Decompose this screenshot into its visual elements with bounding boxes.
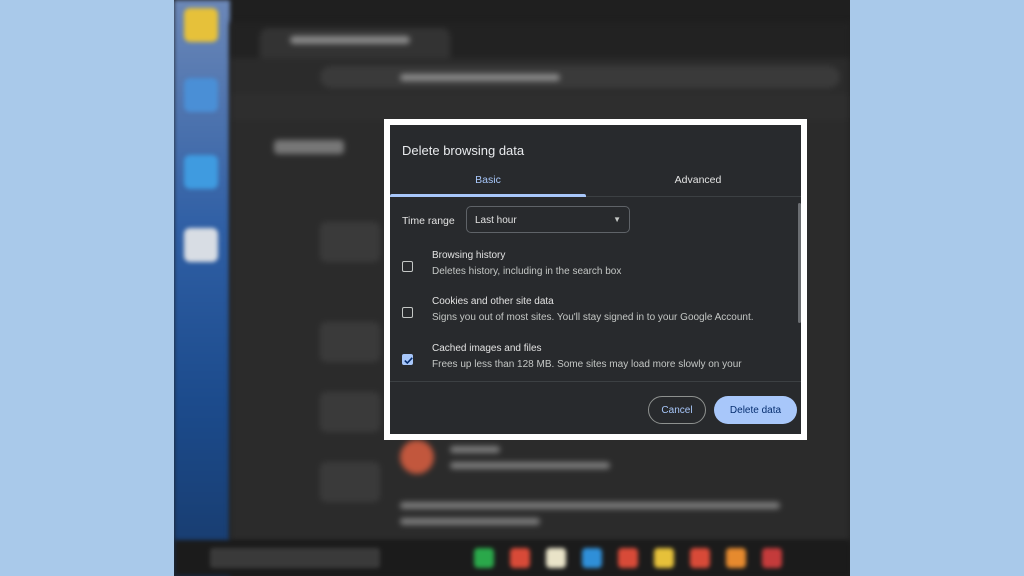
option-description: Deletes history, including in the search… [432,266,622,277]
option-title: Cookies and other site data [432,296,554,307]
taskbar [174,540,850,576]
caret-down-icon: ▼ [613,215,621,224]
desktop-icon [184,78,218,112]
taskbar-icon [726,548,746,568]
option-cookies: Cookies and other site data Signs you ou… [390,295,801,341]
desktop-icon [184,155,218,189]
taskbar-search [210,548,380,568]
desktop-icon [184,8,218,42]
dialog-title: Delete browsing data [402,143,525,158]
taskbar-icon [618,548,638,568]
option-description: Frees up less than 128 MB. Some sites ma… [432,359,742,370]
time-range-value: Last hour [475,215,517,226]
time-range-label: Time range [402,215,455,227]
tab-basic[interactable]: Basic [390,165,586,197]
dialog-footer: Cancel Delete data [390,381,801,434]
browsing-history-checkbox[interactable] [402,261,413,272]
delete-browsing-data-dialog: Delete browsing data Basic Advanced Time… [390,125,801,434]
taskbar-icon [690,548,710,568]
taskbar-icon [546,548,566,568]
taskbar-icon [474,548,494,568]
time-range-select[interactable]: Last hour ▼ [466,206,630,233]
option-title: Cached images and files [432,343,542,354]
scrollbar-thumb[interactable] [798,203,801,323]
option-description: Signs you out of most sites. You'll stay… [432,312,754,323]
dialog-tabs: Basic Advanced [390,165,801,197]
dialog-scrollbar[interactable] [797,197,801,381]
taskbar-icon [654,548,674,568]
cached-images-checkbox[interactable] [402,354,413,365]
taskbar-icon [510,548,530,568]
dialog-content: Time range Last hour ▼ Browsing history … [390,197,801,381]
delete-data-button[interactable]: Delete data [714,396,797,424]
option-title: Browsing history [432,250,506,261]
desktop-icon [184,228,218,262]
cookies-checkbox[interactable] [402,307,413,318]
option-browsing-history: Browsing history Deletes history, includ… [390,249,801,295]
tab-advanced[interactable]: Advanced [600,165,796,195]
taskbar-icon [762,548,782,568]
taskbar-icon [582,548,602,568]
cancel-button[interactable]: Cancel [648,396,706,424]
checkmark-icon [404,357,413,365]
option-cached-images: Cached images and files Frees up less th… [390,342,801,381]
highlight-frame: Delete browsing data Basic Advanced Time… [384,119,807,440]
